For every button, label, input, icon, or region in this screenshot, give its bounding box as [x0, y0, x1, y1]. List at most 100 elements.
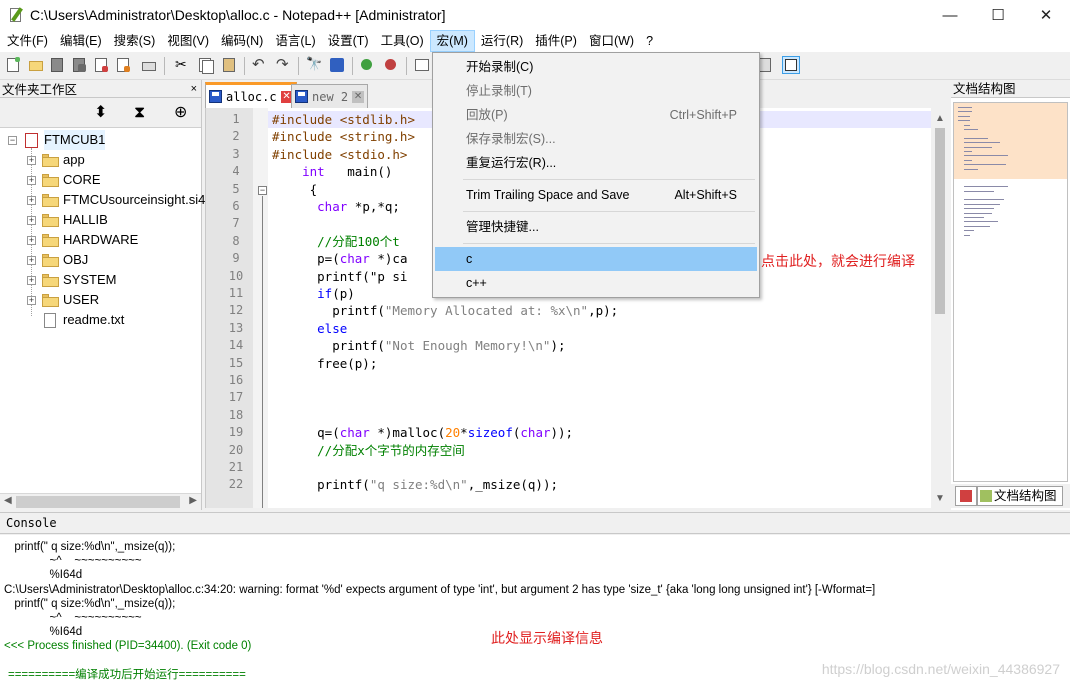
code-line[interactable]: printf("p si: [272, 268, 407, 285]
code-line[interactable]: //分配x个字节的内存空间: [272, 442, 465, 459]
code-token: (p): [332, 286, 355, 301]
tree-folder-user[interactable]: + USER: [0, 290, 201, 310]
tree-folder-app[interactable]: + app: [0, 150, 201, 170]
menu-plugins[interactable]: 插件(P): [529, 30, 583, 52]
menu-tools[interactable]: 工具(O): [375, 30, 430, 52]
editor-vscrollbar[interactable]: ▲ ▼: [931, 108, 949, 508]
menu-help[interactable]: ?: [640, 30, 659, 52]
code-line[interactable]: free(p);: [272, 355, 377, 372]
scroll-left-icon[interactable]: ◀: [4, 495, 12, 506]
macro-start-record[interactable]: 开始录制(C): [435, 55, 757, 79]
new-file-icon[interactable]: [4, 56, 22, 74]
open-file-icon[interactable]: [26, 56, 44, 74]
code-line[interactable]: //分配100个t: [272, 233, 400, 250]
menu-file[interactable]: 文件(F): [1, 30, 54, 52]
tab-close-icon[interactable]: ✕: [352, 90, 365, 103]
code-line[interactable]: printf("Not Enough Memory!\n");: [272, 337, 565, 354]
macro-run-multiple[interactable]: 重复运行宏(R)...: [435, 151, 757, 175]
menu-language[interactable]: 语言(L): [269, 30, 321, 52]
save-icon[interactable]: [48, 56, 66, 74]
expand-icon[interactable]: +: [27, 256, 36, 265]
redo-icon[interactable]: ↷: [274, 56, 292, 74]
copy-icon[interactable]: [196, 56, 214, 74]
code-line[interactable]: printf("q size:%d\n",_msize(q));: [272, 476, 558, 493]
scrollbar-thumb[interactable]: [16, 496, 180, 508]
close-file-icon[interactable]: [92, 56, 110, 74]
macro-manage-shortcuts[interactable]: 管理快捷键...: [435, 215, 757, 239]
expand-icon[interactable]: +: [27, 296, 36, 305]
collapse-all-icon[interactable]: ⧗: [134, 104, 145, 122]
maximize-button[interactable]: ☐: [974, 0, 1022, 30]
code-line[interactable]: #include <stdlib.h>: [272, 111, 415, 128]
tree-folder-system[interactable]: + SYSTEM: [0, 270, 201, 290]
folder-tree-hscrollbar[interactable]: ◀ ▶: [0, 493, 201, 510]
macro-playback[interactable]: 回放(P) Ctrl+Shift+P: [435, 103, 757, 127]
zoom-out-icon[interactable]: [382, 56, 400, 74]
macro-cpp[interactable]: c++: [435, 271, 757, 295]
close-button[interactable]: ✕: [1022, 0, 1070, 30]
tree-folder-hardware[interactable]: + HARDWARE: [0, 230, 201, 250]
collapse-icon[interactable]: −: [8, 136, 17, 145]
close-all-icon[interactable]: [114, 56, 132, 74]
menu-view[interactable]: 视图(V): [161, 30, 215, 52]
undo-icon[interactable]: ↶: [250, 56, 268, 74]
sync-scroll-icon[interactable]: [412, 56, 430, 74]
minimize-button[interactable]: —: [926, 0, 974, 30]
menu-macro[interactable]: 宏(M): [429, 30, 475, 52]
tree-file-readme[interactable]: readme.txt: [0, 310, 201, 330]
function-list-tab[interactable]: [955, 486, 977, 506]
macro-c[interactable]: c: [435, 247, 757, 271]
fold-collapse-icon[interactable]: −: [258, 186, 267, 195]
menu-search[interactable]: 搜索(S): [108, 30, 162, 52]
code-line[interactable]: #include <string.h>: [272, 128, 415, 145]
menu-edit[interactable]: 编辑(E): [54, 30, 108, 52]
cut-icon[interactable]: ✂: [172, 56, 190, 74]
replace-icon[interactable]: [328, 56, 346, 74]
console-toggle-icon[interactable]: [782, 56, 800, 74]
scroll-down-icon[interactable]: ▼: [935, 493, 945, 504]
tree-folder-core[interactable]: + CORE: [0, 170, 201, 190]
scrollbar-thumb[interactable]: [935, 128, 945, 314]
expand-icon[interactable]: +: [27, 236, 36, 245]
print-icon[interactable]: [140, 56, 158, 74]
expand-icon[interactable]: +: [27, 276, 36, 285]
scroll-up-icon[interactable]: ▲: [935, 113, 945, 124]
tab-new-2[interactable]: new 2 ✕: [291, 84, 369, 108]
paste-icon[interactable]: [220, 56, 238, 74]
menu-settings[interactable]: 设置(T): [322, 30, 375, 52]
expand-icon[interactable]: +: [27, 196, 36, 205]
macro-save-recorded[interactable]: 保存录制宏(S)...: [435, 127, 757, 151]
expand-icon[interactable]: +: [27, 176, 36, 185]
code-line[interactable]: else: [272, 320, 347, 337]
expand-all-icon[interactable]: ⬍: [94, 104, 107, 122]
menu-window[interactable]: 窗口(W): [583, 30, 640, 52]
tree-folder-hallib[interactable]: + HALLIB: [0, 210, 201, 230]
find-icon[interactable]: 🔭: [304, 56, 322, 74]
code-line[interactable]: printf("Memory Allocated at: %x\n",p);: [272, 302, 618, 319]
scroll-right-icon[interactable]: ▶: [189, 495, 197, 506]
menu-run[interactable]: 运行(R): [475, 30, 529, 52]
save-all-icon[interactable]: [70, 56, 88, 74]
code-line[interactable]: q=(char *)malloc(20*sizeof(char));: [272, 424, 573, 441]
code-line[interactable]: #include <stdio.h>: [272, 146, 407, 163]
document-map-tab[interactable]: 文档结构图: [977, 486, 1063, 506]
code-line[interactable]: int main(): [272, 163, 392, 180]
menu-encoding[interactable]: 编码(N): [215, 30, 269, 52]
expand-icon[interactable]: +: [27, 156, 36, 165]
document-map-viewport[interactable]: [954, 103, 1067, 179]
tree-folder-obj[interactable]: + OBJ: [0, 250, 201, 270]
expand-icon[interactable]: +: [27, 216, 36, 225]
locate-current-file-icon[interactable]: ⊕: [174, 104, 187, 122]
code-line[interactable]: {: [272, 181, 318, 198]
macro-stop-record[interactable]: 停止录制(T): [435, 79, 757, 103]
code-line[interactable]: if(p): [272, 285, 355, 302]
zoom-in-icon[interactable]: [358, 56, 376, 74]
close-panel-icon[interactable]: ×: [191, 83, 197, 95]
code-line[interactable]: p=(char *)ca: [272, 250, 407, 267]
macro-trim-save[interactable]: Trim Trailing Space and Save Alt+Shift+S: [435, 183, 757, 207]
tree-root-ftmcub1[interactable]: − FTMCUB1: [0, 130, 201, 150]
tab-alloc-c[interactable]: alloc.c ✕: [205, 82, 297, 108]
document-map-view[interactable]: [953, 102, 1068, 482]
tree-folder-sourceinsight[interactable]: + FTMCUsourceinsight.si4: [0, 190, 205, 210]
code-line[interactable]: char *p,*q;: [272, 198, 400, 215]
